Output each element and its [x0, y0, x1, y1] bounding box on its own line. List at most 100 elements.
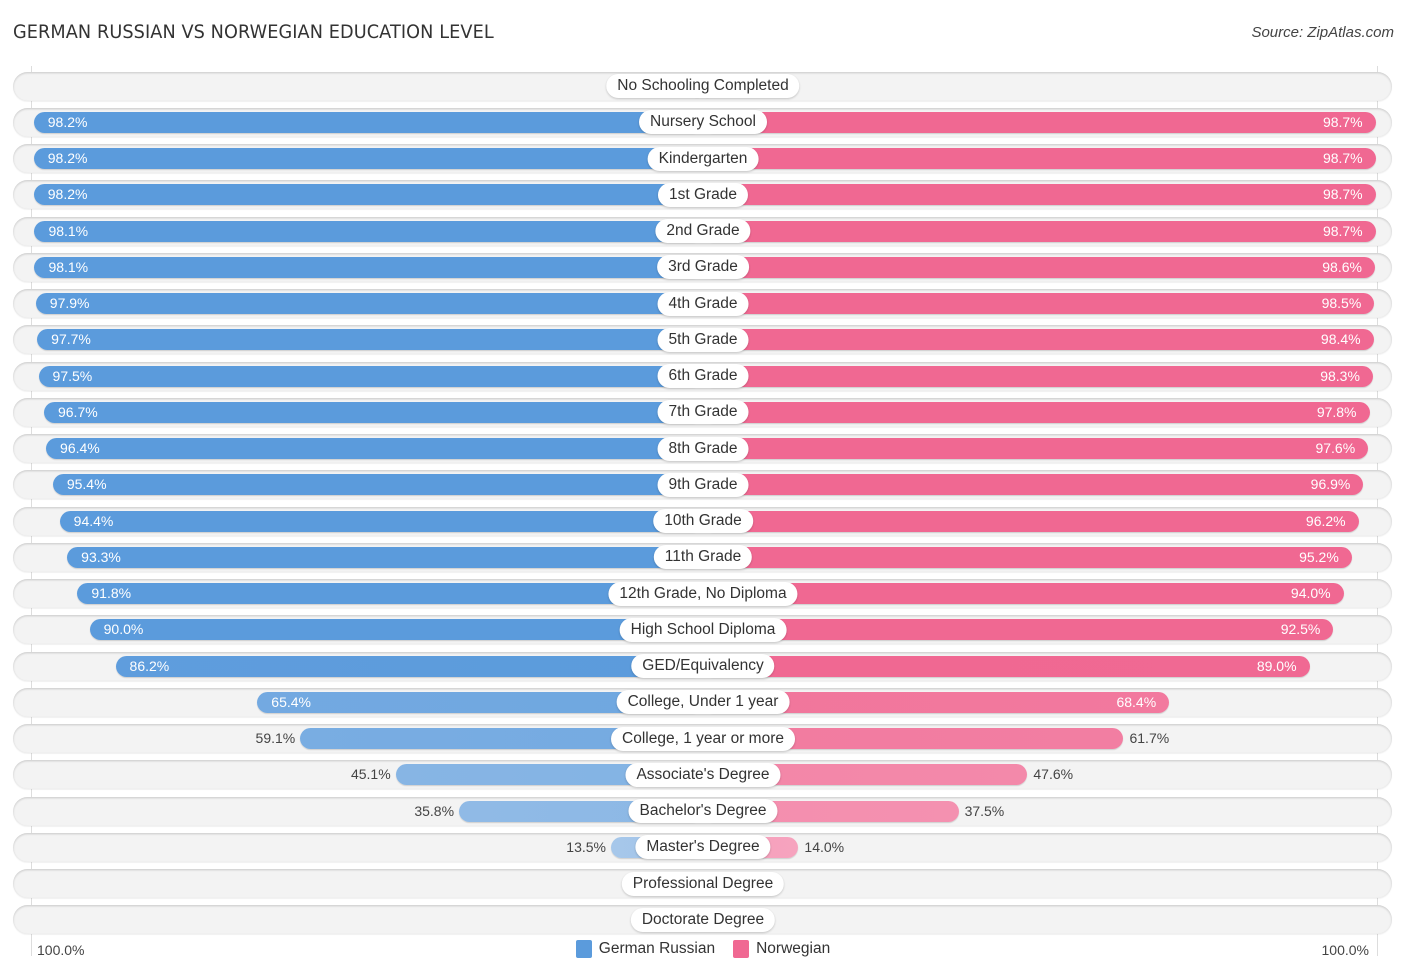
- value-label-norwegian: 68.4%: [1116, 693, 1157, 710]
- category-label: Bachelor's Degree: [628, 799, 778, 824]
- category-label: Professional Degree: [621, 871, 785, 896]
- value-label-german-russian: 94.4%: [73, 512, 114, 529]
- legend-label: German Russian: [598, 940, 716, 957]
- value-label-norwegian: 98.5%: [1321, 295, 1362, 312]
- value-label-norwegian: 61.7%: [1129, 730, 1170, 747]
- value-label-norwegian: 37.5%: [964, 802, 1005, 819]
- bar-norwegian[interactable]: [703, 293, 1375, 315]
- category-label: 12th Grade, No Diploma: [608, 581, 798, 606]
- value-label-german-russian: 98.1%: [48, 258, 89, 275]
- value-label-norwegian: 98.6%: [1322, 258, 1362, 275]
- category-label: College, 1 year or more: [611, 726, 795, 751]
- bar-norwegian[interactable]: [703, 329, 1374, 351]
- bar-norwegian[interactable]: [703, 438, 1369, 460]
- value-label-norwegian: 89.0%: [1256, 657, 1297, 674]
- bar-norwegian[interactable]: [703, 546, 1352, 568]
- value-label-norwegian: 98.3%: [1320, 367, 1360, 384]
- bar-german-russian[interactable]: [46, 438, 703, 460]
- value-label-norwegian: 98.4%: [1320, 331, 1361, 348]
- bar-norwegian[interactable]: [703, 365, 1373, 387]
- value-label-norwegian: 95.2%: [1299, 548, 1339, 565]
- category-label: College, Under 1 year: [616, 690, 790, 715]
- category-label: 2nd Grade: [655, 219, 751, 244]
- legend-label: Norwegian: [756, 940, 831, 957]
- bar-german-russian[interactable]: [34, 220, 703, 242]
- bar-norwegian[interactable]: [703, 148, 1376, 170]
- bar-german-russian[interactable]: [33, 111, 703, 133]
- legend: German Russian Norwegian: [0, 940, 1406, 958]
- value-label-german-russian: 86.2%: [129, 657, 170, 674]
- bar-german-russian[interactable]: [34, 256, 703, 278]
- value-label-german-russian: 91.8%: [91, 585, 132, 602]
- category-label: Kindergarten: [647, 146, 759, 171]
- category-label: 4th Grade: [657, 291, 749, 316]
- category-label: High School Diploma: [619, 617, 787, 642]
- category-label: 5th Grade: [657, 327, 749, 352]
- value-label-norwegian: 97.6%: [1315, 440, 1356, 457]
- value-label-german-russian: 90.0%: [103, 621, 144, 638]
- category-label: 1st Grade: [657, 182, 749, 207]
- category-label: 9th Grade: [657, 472, 749, 497]
- bar-norwegian[interactable]: [703, 619, 1334, 641]
- bar-norwegian[interactable]: [703, 220, 1376, 242]
- value-label-german-russian: 96.4%: [60, 440, 100, 457]
- category-label: GED/Equivalency: [631, 654, 775, 679]
- value-label-german-russian: 97.5%: [52, 367, 93, 384]
- bar-german-russian[interactable]: [37, 329, 703, 351]
- value-label-german-russian: 95.4%: [66, 476, 107, 493]
- bar-german-russian[interactable]: [115, 655, 703, 677]
- value-label-german-russian: 65.4%: [271, 693, 311, 710]
- value-label-norwegian: 92.5%: [1280, 621, 1321, 638]
- value-label-german-russian: 13.5%: [566, 838, 606, 855]
- bar-norwegian[interactable]: [703, 474, 1364, 496]
- value-label-german-russian: 98.2%: [47, 150, 88, 167]
- bar-german-russian[interactable]: [89, 619, 703, 641]
- bar-german-russian[interactable]: [52, 474, 703, 496]
- bar-norwegian[interactable]: [703, 256, 1375, 278]
- legend-item-german-russian[interactable]: German Russian: [575, 940, 716, 958]
- value-label-german-russian: 93.3%: [81, 548, 121, 565]
- category-label: Doctorate Degree: [630, 907, 776, 932]
- value-label-german-russian: 35.8%: [414, 802, 455, 819]
- category-label: Associate's Degree: [625, 762, 781, 787]
- value-label-norwegian: 98.7%: [1322, 150, 1363, 167]
- value-label-norwegian: 94.0%: [1290, 585, 1331, 602]
- value-label-norwegian: 14.0%: [804, 838, 845, 855]
- bar-norwegian[interactable]: [703, 401, 1370, 423]
- value-label-german-russian: 45.1%: [350, 766, 391, 783]
- bar-norwegian[interactable]: [703, 510, 1359, 532]
- bar-norwegian[interactable]: [703, 583, 1344, 605]
- value-label-norwegian: 97.8%: [1316, 403, 1357, 420]
- value-label-german-russian: 98.2%: [47, 113, 88, 130]
- bar-german-russian[interactable]: [38, 365, 703, 387]
- chart-area: 1.8%1.3%No Schooling Completed98.2%98.7%…: [0, 0, 1406, 975]
- category-label: 6th Grade: [657, 364, 749, 389]
- bar-german-russian[interactable]: [33, 148, 703, 170]
- category-label: 11th Grade: [653, 545, 753, 570]
- value-label-norwegian: 96.2%: [1305, 512, 1346, 529]
- value-label-norwegian: 98.7%: [1322, 186, 1363, 203]
- bar-german-russian[interactable]: [33, 184, 703, 206]
- value-label-norwegian: 47.6%: [1033, 766, 1074, 783]
- bar-norwegian[interactable]: [703, 111, 1376, 133]
- bar-german-russian[interactable]: [43, 401, 703, 423]
- category-label: Master's Degree: [635, 835, 771, 860]
- category-label: 10th Grade: [653, 509, 753, 534]
- bar-german-russian[interactable]: [35, 293, 703, 315]
- category-label: 8th Grade: [657, 436, 749, 461]
- value-label-german-russian: 97.9%: [49, 295, 90, 312]
- bar-norwegian[interactable]: [703, 184, 1376, 206]
- bar-german-russian[interactable]: [59, 510, 703, 532]
- value-label-german-russian: 96.7%: [57, 403, 98, 420]
- category-label: No Schooling Completed: [606, 74, 800, 98]
- value-label-norwegian: 98.7%: [1322, 113, 1363, 130]
- legend-item-norwegian[interactable]: Norwegian: [733, 940, 830, 958]
- value-label-german-russian: 98.1%: [48, 222, 89, 239]
- value-label-norwegian: 96.9%: [1310, 476, 1351, 493]
- category-label: 3rd Grade: [657, 255, 749, 280]
- value-label-german-russian: 98.2%: [47, 186, 88, 203]
- bar-german-russian[interactable]: [67, 546, 703, 568]
- legend-swatch-norwegian: [733, 940, 750, 958]
- bar-norwegian[interactable]: [703, 655, 1310, 677]
- category-label: 7th Grade: [657, 400, 749, 425]
